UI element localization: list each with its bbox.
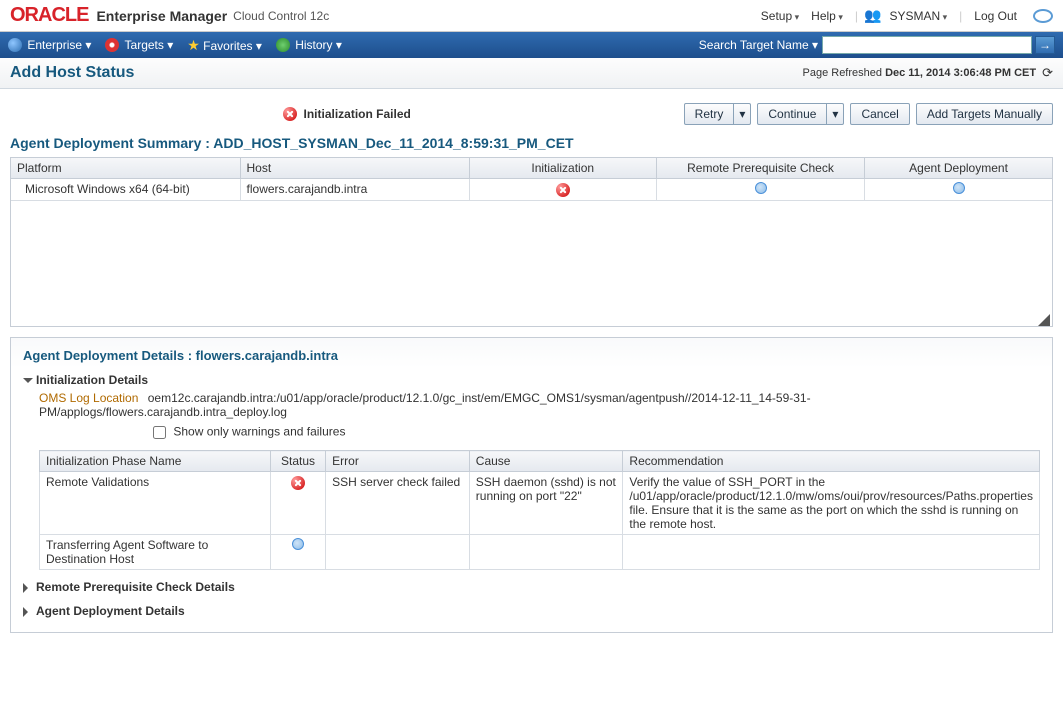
pending-icon: [292, 538, 304, 550]
show-warnings-label: Show only warnings and failures: [173, 425, 345, 439]
summary-grid: Platform Host Initialization Remote Prer…: [10, 157, 1053, 327]
page-title: Add Host Status: [10, 64, 134, 82]
cell-platform: Microsoft Windows x64 (64-bit): [11, 179, 240, 201]
col-recommendation[interactable]: Recommendation: [623, 451, 1040, 472]
oms-log-label: OMS Log Location: [39, 391, 138, 405]
error-icon: [283, 107, 297, 121]
details-title: Agent Deployment Details : flowers.caraj…: [23, 348, 1040, 363]
cancel-button[interactable]: Cancel: [850, 103, 909, 125]
retry-button[interactable]: Retry: [684, 103, 735, 125]
cell-status: [270, 472, 325, 535]
col-initialization[interactable]: Initialization: [469, 158, 656, 179]
show-warnings-checkbox[interactable]: [153, 426, 166, 439]
target-icon: [105, 38, 119, 52]
resize-handle[interactable]: [1038, 314, 1050, 326]
search-go-button[interactable]: →: [1035, 36, 1055, 54]
deploy-details-toggle[interactable]: Agent Deployment Details: [23, 604, 1040, 618]
logout-link[interactable]: Log Out: [974, 9, 1017, 23]
continue-button[interactable]: Continue: [757, 103, 827, 125]
brand-oval-icon: [1033, 9, 1053, 23]
col-phase[interactable]: Initialization Phase Name: [40, 451, 271, 472]
cell-phase: Transferring Agent Software to Destinati…: [40, 535, 271, 570]
nav-history[interactable]: History ▾: [276, 38, 342, 53]
search-label: Search Target Name ▾: [699, 38, 818, 52]
star-icon: ★: [187, 37, 200, 53]
product-sub: Cloud Control 12c: [233, 9, 329, 23]
user-icon: 👥: [864, 7, 881, 24]
status-banner: Initialization Failed: [10, 107, 684, 122]
help-menu[interactable]: Help: [811, 9, 843, 23]
col-agent-deploy[interactable]: Agent Deployment: [865, 158, 1052, 179]
oracle-logo: ORACLE: [10, 4, 88, 27]
details-pane: Agent Deployment Details : flowers.caraj…: [10, 337, 1053, 633]
continue-dropdown[interactable]: ▾: [827, 103, 844, 125]
primary-navbar: Enterprise ▾ Targets ▾ ★ Favorites ▾ His…: [0, 32, 1063, 58]
col-error[interactable]: Error: [326, 451, 470, 472]
error-icon: [556, 183, 570, 197]
pending-icon: [755, 182, 767, 194]
summary-title: Agent Deployment Summary : ADD_HOST_SYSM…: [10, 135, 1053, 151]
globe-icon: [8, 38, 22, 52]
col-platform[interactable]: Platform: [11, 158, 240, 179]
product-name: Enterprise Manager: [96, 8, 227, 24]
oms-log-path: oem12c.carajandb.intra:/u01/app/oracle/p…: [39, 391, 811, 419]
retry-dropdown[interactable]: ▾: [734, 103, 751, 125]
cell-host: flowers.carajandb.intra: [240, 179, 469, 201]
init-phase-row: Remote Validations SSH server check faile…: [40, 472, 1040, 535]
init-details-toggle[interactable]: Initialization Details: [23, 373, 1040, 387]
pending-icon: [953, 182, 965, 194]
history-icon: [276, 38, 290, 52]
cell-deploy-status: [865, 179, 1052, 201]
error-icon: [291, 476, 305, 490]
col-status[interactable]: Status: [270, 451, 325, 472]
user-menu[interactable]: SYSMAN: [889, 9, 947, 23]
refresh-button[interactable]: ⟳: [1042, 65, 1053, 81]
page-title-bar: Add Host Status Page Refreshed Dec 11, 2…: [0, 58, 1063, 89]
cell-status: [270, 535, 325, 570]
cell-init-status: [469, 179, 656, 201]
cell-cause: SSH daemon (sshd) is not running on port…: [469, 472, 623, 535]
nav-targets[interactable]: Targets ▾: [105, 38, 173, 53]
nav-enterprise[interactable]: Enterprise ▾: [8, 38, 91, 53]
summary-row[interactable]: Microsoft Windows x64 (64-bit) flowers.c…: [11, 179, 1052, 201]
cell-remote-status: [656, 179, 864, 201]
col-cause[interactable]: Cause: [469, 451, 623, 472]
add-targets-manually-button[interactable]: Add Targets Manually: [916, 103, 1053, 125]
cell-phase: Remote Validations: [40, 472, 271, 535]
cell-error: SSH server check failed: [326, 472, 470, 535]
search-input[interactable]: [822, 36, 1032, 54]
cell-recommendation: [623, 535, 1040, 570]
col-host[interactable]: Host: [240, 158, 469, 179]
cell-cause: [469, 535, 623, 570]
col-remote-check[interactable]: Remote Prerequisite Check: [656, 158, 864, 179]
cell-recommendation: Verify the value of SSH_PORT in the /u01…: [623, 472, 1040, 535]
remote-details-toggle[interactable]: Remote Prerequisite Check Details: [23, 580, 1040, 594]
cell-error: [326, 535, 470, 570]
setup-menu[interactable]: Setup: [761, 9, 799, 23]
nav-favorites[interactable]: ★ Favorites ▾: [187, 38, 262, 53]
refresh-time: Page Refreshed Dec 11, 2014 3:06:48 PM C…: [803, 67, 1037, 79]
init-phase-row: Transferring Agent Software to Destinati…: [40, 535, 1040, 570]
global-header: ORACLE Enterprise Manager Cloud Control …: [0, 0, 1063, 32]
